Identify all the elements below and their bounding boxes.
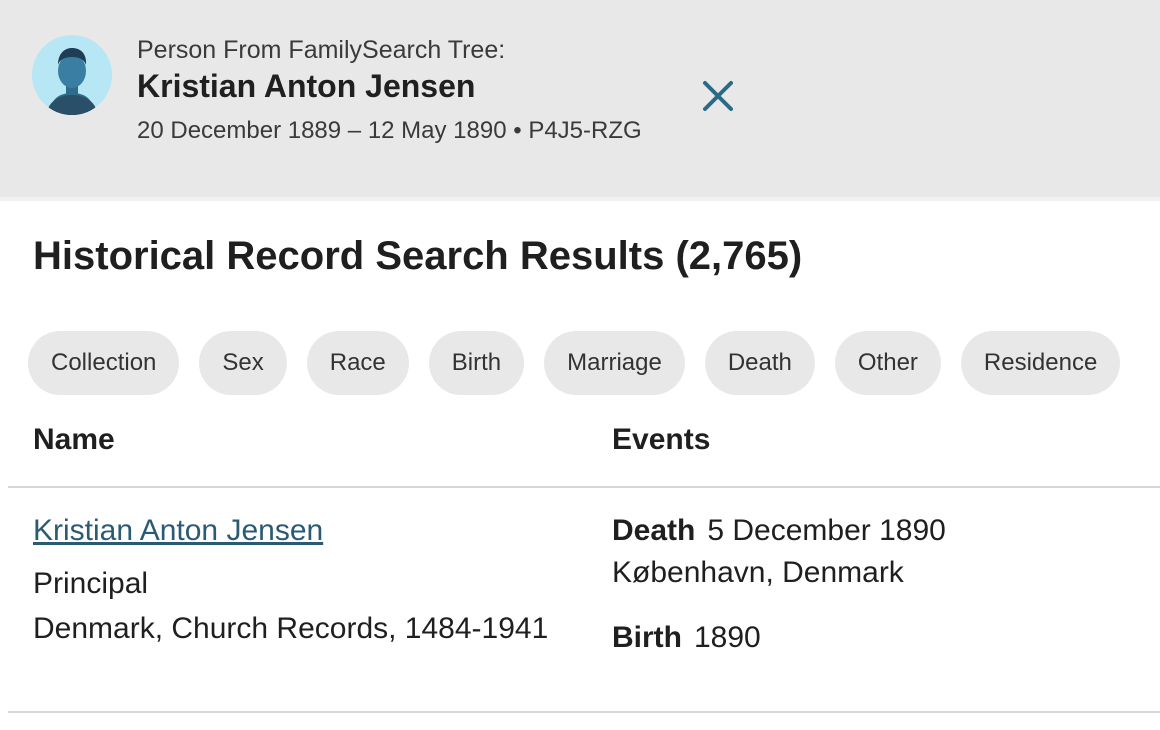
row-divider xyxy=(8,711,1160,713)
event-death-date: 5 December 1890 xyxy=(707,514,946,547)
filter-chip-marriage[interactable]: Marriage xyxy=(544,331,685,395)
filter-chip-race[interactable]: Race xyxy=(306,331,409,395)
close-icon[interactable] xyxy=(696,74,740,118)
event-birth: Birth 1890 xyxy=(612,621,761,655)
person-id: P4J5-RZG xyxy=(528,117,642,144)
person-header: Person From FamilySearch Tree: Kristian … xyxy=(0,0,1160,201)
filter-chip-residence[interactable]: Residence xyxy=(960,331,1121,395)
header-divider xyxy=(8,486,1160,488)
record-role: Principal xyxy=(33,567,149,600)
filter-chip-death[interactable]: Death xyxy=(704,331,815,395)
filter-chip-sex[interactable]: Sex xyxy=(199,331,287,395)
results-title: Historical Record Search Results (2,765) xyxy=(33,234,803,278)
person-source-label: Person From FamilySearch Tree: xyxy=(137,36,506,64)
record-collection: Denmark, Church Records, 1484-1941 xyxy=(33,612,549,645)
event-death-type: Death xyxy=(612,514,696,547)
event-birth-date: 1890 xyxy=(694,621,761,654)
filter-chip-birth[interactable]: Birth xyxy=(428,331,525,395)
column-header-name: Name xyxy=(33,423,115,456)
filter-chip-collection[interactable]: Collection xyxy=(28,331,180,395)
meta-separator: • xyxy=(513,117,522,144)
person-meta: 20 December 1889 – 12 May 1890 • P4J5-RZ… xyxy=(137,117,642,145)
column-header-events: Events xyxy=(612,423,711,456)
person-avatar-icon xyxy=(32,35,112,115)
filter-chips: Collection Sex Race Birth Marriage Death Other… xyxy=(28,331,1140,395)
event-birth-type: Birth xyxy=(612,621,682,654)
event-death-place: København, Denmark xyxy=(612,556,904,589)
person-dates: 20 December 1889 – 12 May 1890 xyxy=(137,117,507,144)
event-death: Death 5 December 1890 xyxy=(612,514,946,548)
filter-chip-other[interactable]: Other xyxy=(834,331,941,395)
person-name: Kristian Anton Jensen xyxy=(137,68,476,104)
record-name-link[interactable]: Kristian Anton Jensen xyxy=(33,514,323,548)
